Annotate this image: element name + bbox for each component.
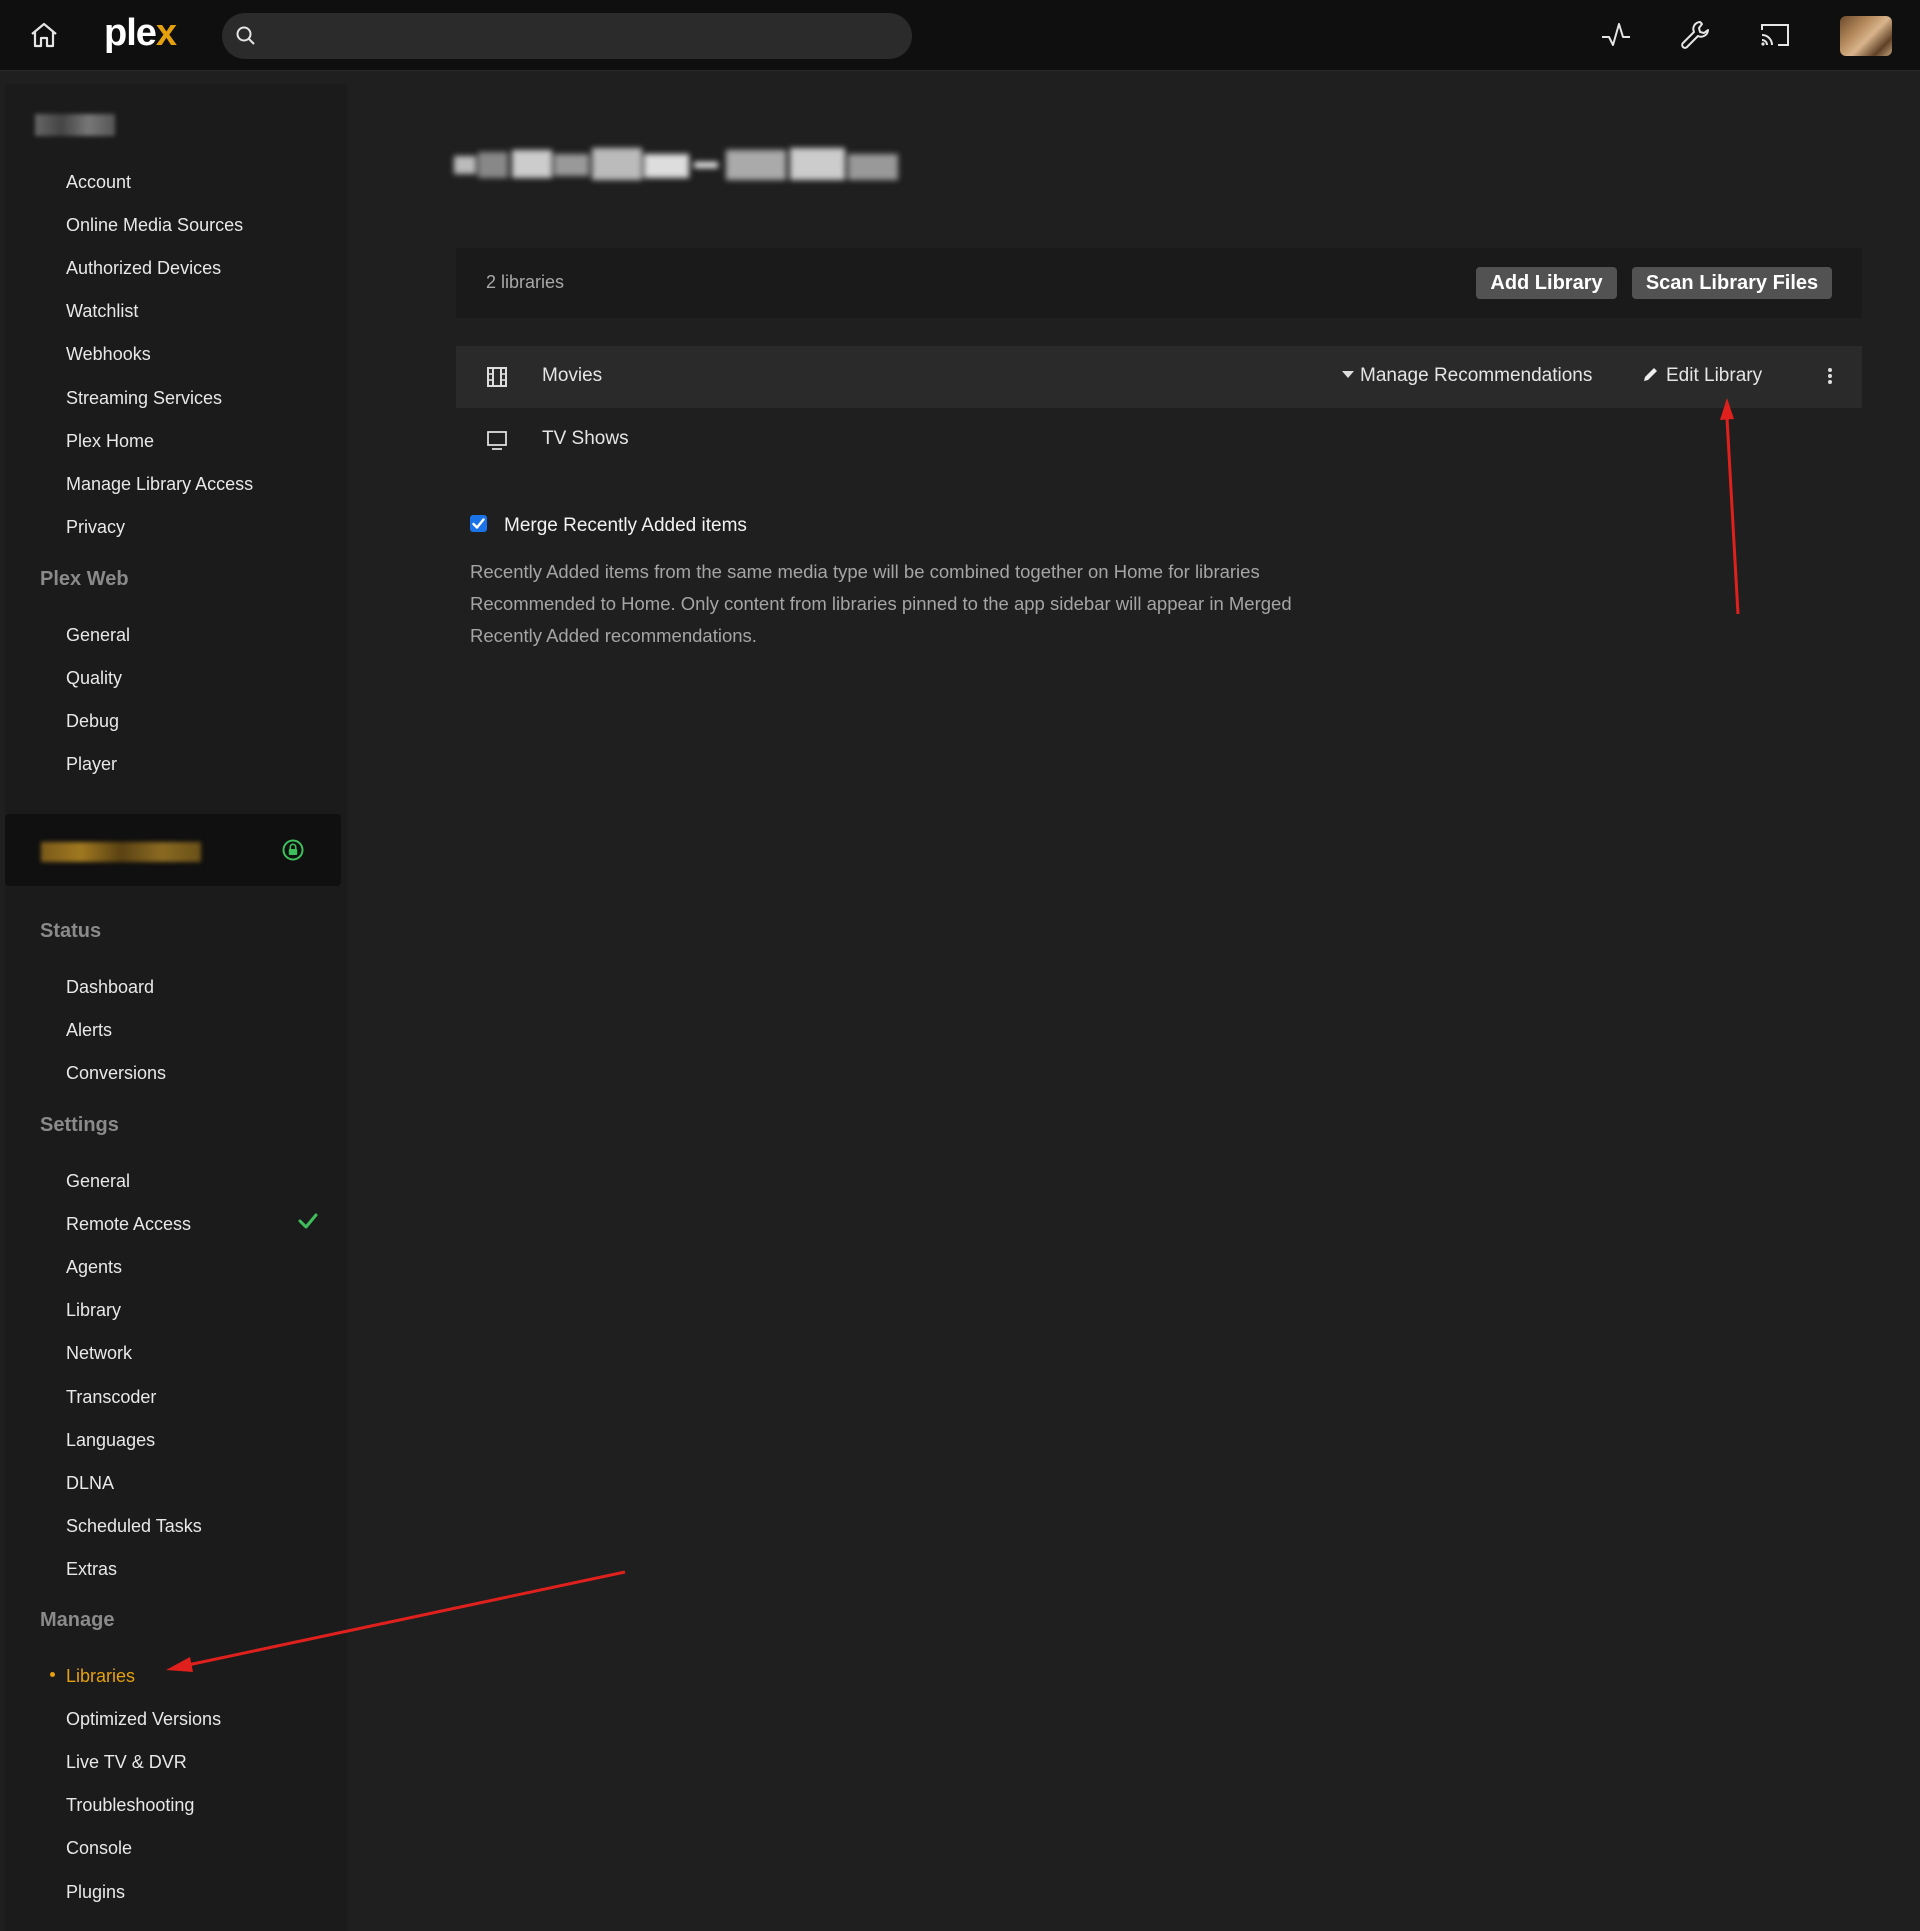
sidebar-item-library[interactable]: Library: [66, 1299, 121, 1321]
scan-library-files-button[interactable]: Scan Library Files: [1632, 267, 1832, 299]
server-selector[interactable]: [5, 814, 341, 886]
edit-library-button[interactable]: Edit Library: [1642, 365, 1762, 389]
sidebar-item-troubleshooting[interactable]: Troubleshooting: [66, 1794, 194, 1816]
sidebar-item-watchlist[interactable]: Watchlist: [66, 300, 138, 322]
search-bar[interactable]: [222, 13, 912, 59]
plex-logo[interactable]: plex: [104, 12, 177, 55]
tv-icon: [486, 429, 508, 456]
manage-recommendations-dropdown[interactable]: Manage Recommendations: [1342, 365, 1592, 387]
more-options-icon[interactable]: [1826, 365, 1834, 392]
sidebar-item-transcoder[interactable]: Transcoder: [66, 1386, 156, 1408]
top-bar: plex: [0, 0, 1920, 71]
sidebar-item-plex-home[interactable]: Plex Home: [66, 430, 154, 452]
add-library-button[interactable]: Add Library: [1476, 267, 1617, 299]
sidebar-item-manage-library-access[interactable]: Manage Library Access: [66, 473, 253, 495]
library-name: Movies: [542, 365, 603, 386]
sidebar-item-languages[interactable]: Languages: [66, 1429, 155, 1451]
sidebar-item-agents[interactable]: Agents: [66, 1256, 122, 1278]
sidebar-item-quality[interactable]: Quality: [66, 667, 122, 689]
sidebar-item-extras[interactable]: Extras: [66, 1558, 117, 1580]
merge-recently-added-label[interactable]: Merge Recently Added items: [504, 515, 747, 537]
sidebar-heading-settings: Settings: [40, 1114, 119, 1136]
sidebar-item-player[interactable]: Player: [66, 753, 117, 775]
libraries-header: 2 libraries Add Library Scan Library Fil…: [456, 248, 1862, 318]
activity-icon[interactable]: [1598, 17, 1634, 53]
active-indicator-dot: [50, 1672, 55, 1677]
sidebar-item-debug[interactable]: Debug: [66, 710, 119, 732]
sidebar-item-account[interactable]: Account: [66, 171, 131, 193]
merge-recently-added-checkbox[interactable]: [470, 515, 487, 532]
caret-down-icon: [1342, 371, 1354, 378]
sidebar-item-scheduled-tasks[interactable]: Scheduled Tasks: [66, 1515, 202, 1537]
settings-wrench-icon[interactable]: [1677, 17, 1713, 53]
search-icon: [234, 24, 258, 53]
sidebar-item-libraries[interactable]: Libraries: [66, 1665, 135, 1687]
sidebar-item-general[interactable]: General: [66, 1170, 130, 1192]
sidebar-item-authorized-devices[interactable]: Authorized Devices: [66, 257, 221, 279]
pencil-icon: [1642, 365, 1660, 389]
sidebar-item-webhooks[interactable]: Webhooks: [66, 343, 151, 365]
sidebar-item-remote-access[interactable]: Remote Access: [66, 1213, 191, 1235]
sidebar-item-general[interactable]: General: [66, 624, 130, 646]
sidebar-item-alerts[interactable]: Alerts: [66, 1019, 112, 1041]
server-name-redacted: [41, 842, 201, 862]
library-row-movies[interactable]: Movies Manage Recommendations Edit Libra…: [456, 346, 1862, 408]
merge-description: Recently Added items from the same media…: [470, 561, 1292, 646]
check-icon: [297, 1210, 319, 1237]
film-icon: [486, 366, 508, 393]
user-avatar[interactable]: [1840, 16, 1892, 56]
sidebar-item-network[interactable]: Network: [66, 1342, 132, 1364]
sidebar-heading-manage: Manage: [40, 1609, 115, 1631]
sidebar-heading-plex-web: Plex Web: [40, 568, 129, 590]
edit-library-label: Edit Library: [1666, 365, 1763, 386]
main-content: 2 libraries Add Library Scan Library Fil…: [348, 70, 1920, 1931]
sidebar: Account Online Media Sources Authorized De…: [5, 84, 347, 1931]
lock-icon: [282, 839, 304, 866]
logo-text: ple: [104, 12, 157, 54]
sidebar-item-online-media-sources[interactable]: Online Media Sources: [66, 214, 243, 236]
account-heading-redacted: [35, 114, 115, 136]
page-title-redacted: [454, 146, 904, 186]
sidebar-item-streaming-services[interactable]: Streaming Services: [66, 387, 222, 409]
library-name: TV Shows: [542, 428, 629, 449]
cast-icon[interactable]: [1757, 17, 1793, 53]
library-count: 2 libraries: [486, 272, 565, 292]
sidebar-item-dlna[interactable]: DLNA: [66, 1472, 114, 1494]
sidebar-item-live-tv-dvr[interactable]: Live TV & DVR: [66, 1751, 187, 1773]
sidebar-item-dashboard[interactable]: Dashboard: [66, 976, 154, 998]
logo-accent: x: [155, 12, 177, 54]
home-icon[interactable]: [26, 17, 62, 53]
sidebar-item-conversions[interactable]: Conversions: [66, 1062, 166, 1084]
manage-recommendations-label: Manage Recommendations: [1360, 365, 1593, 386]
sidebar-heading-status: Status: [40, 920, 102, 942]
sidebar-item-plugins[interactable]: Plugins: [66, 1881, 125, 1903]
sidebar-item-optimized-versions[interactable]: Optimized Versions: [66, 1708, 221, 1730]
sidebar-item-console[interactable]: Console: [66, 1837, 132, 1859]
library-row-tv-shows[interactable]: TV Shows: [456, 409, 1862, 471]
search-input[interactable]: [270, 21, 894, 53]
sidebar-item-privacy[interactable]: Privacy: [66, 516, 125, 538]
